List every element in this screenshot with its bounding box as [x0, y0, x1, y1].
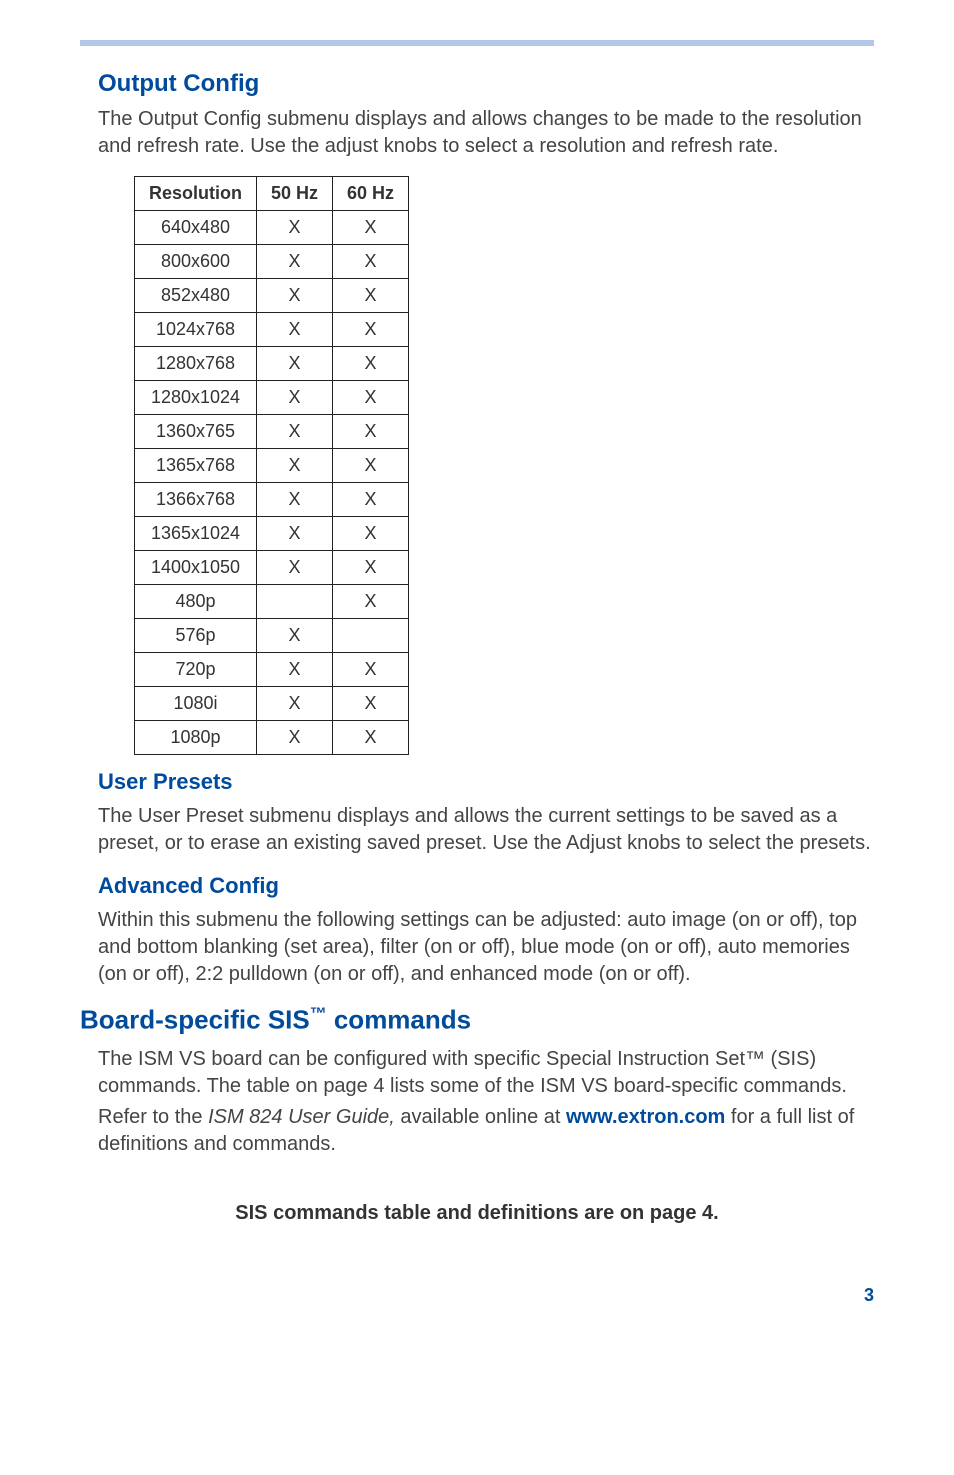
table-cell: 1080i: [135, 687, 257, 721]
col-header-resolution: Resolution: [135, 177, 257, 211]
paragraph-board-sis-2: Refer to the ISM 824 User Guide, availab…: [98, 1104, 874, 1158]
footer-note: SIS commands table and definitions are o…: [80, 1202, 874, 1225]
table-cell: 1366x768: [135, 483, 257, 517]
col-header-60hz: 60 Hz: [333, 177, 409, 211]
table-cell: 1080p: [135, 721, 257, 755]
table-cell: X: [333, 415, 409, 449]
table-cell: 576p: [135, 619, 257, 653]
text-refer-pre: Refer to the: [98, 1106, 208, 1128]
table-row: 1280x768XX: [135, 347, 409, 381]
table-cell: X: [257, 245, 333, 279]
table-cell: [257, 585, 333, 619]
table-row: 1400x1050XX: [135, 551, 409, 585]
table-row: 1024x768XX: [135, 313, 409, 347]
table-cell: 1360x765: [135, 415, 257, 449]
heading-user-presets: User Presets: [98, 769, 874, 795]
paragraph-output-config: The Output Config submenu displays and a…: [98, 106, 874, 160]
table-cell: X: [333, 279, 409, 313]
table-cell: X: [257, 517, 333, 551]
table-row: 1365x768XX: [135, 449, 409, 483]
table-header-row: Resolution 50 Hz 60 Hz: [135, 177, 409, 211]
paragraph-user-presets: The User Preset submenu displays and all…: [98, 803, 874, 857]
header-rule: [80, 40, 874, 46]
table-cell: X: [257, 483, 333, 517]
heading-advanced-config: Advanced Config: [98, 873, 874, 899]
table-cell: X: [257, 211, 333, 245]
table-row: 852x480XX: [135, 279, 409, 313]
table-cell: X: [257, 347, 333, 381]
table-cell: X: [333, 585, 409, 619]
table-cell: 1365x1024: [135, 517, 257, 551]
table-row: 1280x1024XX: [135, 381, 409, 415]
paragraph-advanced-config: Within this submenu the following settin…: [98, 907, 874, 988]
trademark-symbol: ™: [310, 1004, 327, 1023]
table-cell: X: [257, 687, 333, 721]
table-cell: X: [257, 313, 333, 347]
table-cell: 1400x1050: [135, 551, 257, 585]
table-row: 720pXX: [135, 653, 409, 687]
table-row: 640x480XX: [135, 211, 409, 245]
table-cell: X: [333, 721, 409, 755]
heading-output-config: Output Config: [98, 70, 874, 98]
table-cell: 720p: [135, 653, 257, 687]
paragraph-board-sis-1: The ISM VS board can be configured with …: [98, 1046, 874, 1100]
table-cell: X: [333, 653, 409, 687]
table-cell: X: [333, 211, 409, 245]
table-cell: X: [257, 653, 333, 687]
table-cell: X: [333, 483, 409, 517]
table-cell: X: [257, 619, 333, 653]
heading-board-sis-pre: Board-specific SIS: [80, 1005, 310, 1035]
table-cell: 640x480: [135, 211, 257, 245]
table-cell: 1280x1024: [135, 381, 257, 415]
table-cell: X: [333, 551, 409, 585]
table-cell: X: [333, 687, 409, 721]
table-row: 1080pXX: [135, 721, 409, 755]
table-row: 1365x1024XX: [135, 517, 409, 551]
text-refer-ital: ISM 824 User Guide,: [208, 1106, 395, 1128]
table-cell: X: [257, 449, 333, 483]
table-cell: 480p: [135, 585, 257, 619]
table-row: 800x600XX: [135, 245, 409, 279]
col-header-50hz: 50 Hz: [257, 177, 333, 211]
table-cell: X: [333, 449, 409, 483]
page-number: 3: [80, 1285, 874, 1306]
resolution-table: Resolution 50 Hz 60 Hz 640x480XX800x600X…: [134, 176, 409, 755]
text-refer-mid: available online at: [395, 1106, 566, 1128]
table-cell: X: [257, 551, 333, 585]
table-cell: X: [333, 381, 409, 415]
table-cell: X: [333, 517, 409, 551]
table-row: 480p X: [135, 585, 409, 619]
heading-board-sis-post: commands: [327, 1005, 472, 1035]
table-cell: 1280x768: [135, 347, 257, 381]
table-cell: 1024x768: [135, 313, 257, 347]
table-cell: X: [333, 245, 409, 279]
table-row: 1360x765XX: [135, 415, 409, 449]
table-cell: 1365x768: [135, 449, 257, 483]
link-extron[interactable]: www.extron.com: [566, 1106, 725, 1128]
table-cell: X: [333, 313, 409, 347]
table-cell: X: [257, 279, 333, 313]
table-cell: X: [257, 415, 333, 449]
table-row: 1080iXX: [135, 687, 409, 721]
table-cell: 800x600: [135, 245, 257, 279]
heading-board-sis: Board-specific SIS™ commands: [80, 1004, 874, 1036]
table-row: 1366x768XX: [135, 483, 409, 517]
table-cell: X: [333, 347, 409, 381]
table-cell: X: [257, 721, 333, 755]
table-cell: X: [257, 381, 333, 415]
table-cell: [333, 619, 409, 653]
table-cell: 852x480: [135, 279, 257, 313]
table-row: 576pX: [135, 619, 409, 653]
